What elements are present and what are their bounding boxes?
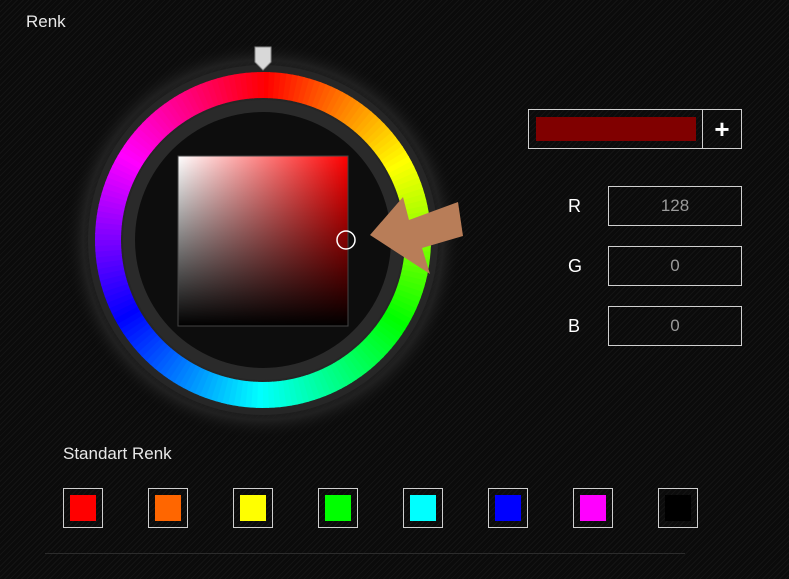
standard-color-fill: [240, 495, 266, 521]
standard-color-fill: [325, 495, 351, 521]
divider: [45, 553, 685, 554]
current-color-swatch: [535, 117, 696, 141]
standard-color-swatch[interactable]: [233, 488, 273, 528]
standard-color-swatch[interactable]: [403, 488, 443, 528]
standard-color-fill: [155, 495, 181, 521]
standard-color-fill: [495, 495, 521, 521]
channel-b-input[interactable]: [608, 306, 742, 346]
channel-r-input[interactable]: [608, 186, 742, 226]
standard-color-swatch[interactable]: [573, 488, 613, 528]
color-wheel[interactable]: [60, 40, 470, 450]
standard-color-swatch[interactable]: [488, 488, 528, 528]
channel-r: R: [568, 186, 742, 226]
channel-g-label: G: [568, 255, 583, 276]
standard-color-swatch[interactable]: [148, 488, 188, 528]
standard-colors-row: [63, 488, 698, 528]
channel-g: G: [568, 246, 742, 286]
channel-r-label: R: [568, 195, 581, 216]
standard-color-fill: [665, 495, 691, 521]
panel-title: Renk: [26, 12, 66, 31]
channel-b: B: [568, 306, 742, 346]
standard-color-fill: [410, 495, 436, 521]
add-color-button[interactable]: +: [703, 109, 742, 149]
saturation-value-square[interactable]: [177, 155, 349, 327]
standard-color-swatch[interactable]: [658, 488, 698, 528]
standard-color-swatch[interactable]: [318, 488, 358, 528]
standard-color-fill: [580, 495, 606, 521]
standard-colors-title: Standart Renk: [63, 444, 172, 463]
channel-b-label: B: [568, 315, 581, 336]
current-color-row: +: [528, 109, 742, 149]
standard-color-swatch[interactable]: [63, 488, 103, 528]
standard-color-fill: [70, 495, 96, 521]
channel-g-input[interactable]: [608, 246, 742, 286]
current-color-preview: [528, 109, 703, 149]
color-wheel-graphic[interactable]: [60, 40, 470, 450]
hue-ring-segment[interactable]: [257, 72, 265, 99]
